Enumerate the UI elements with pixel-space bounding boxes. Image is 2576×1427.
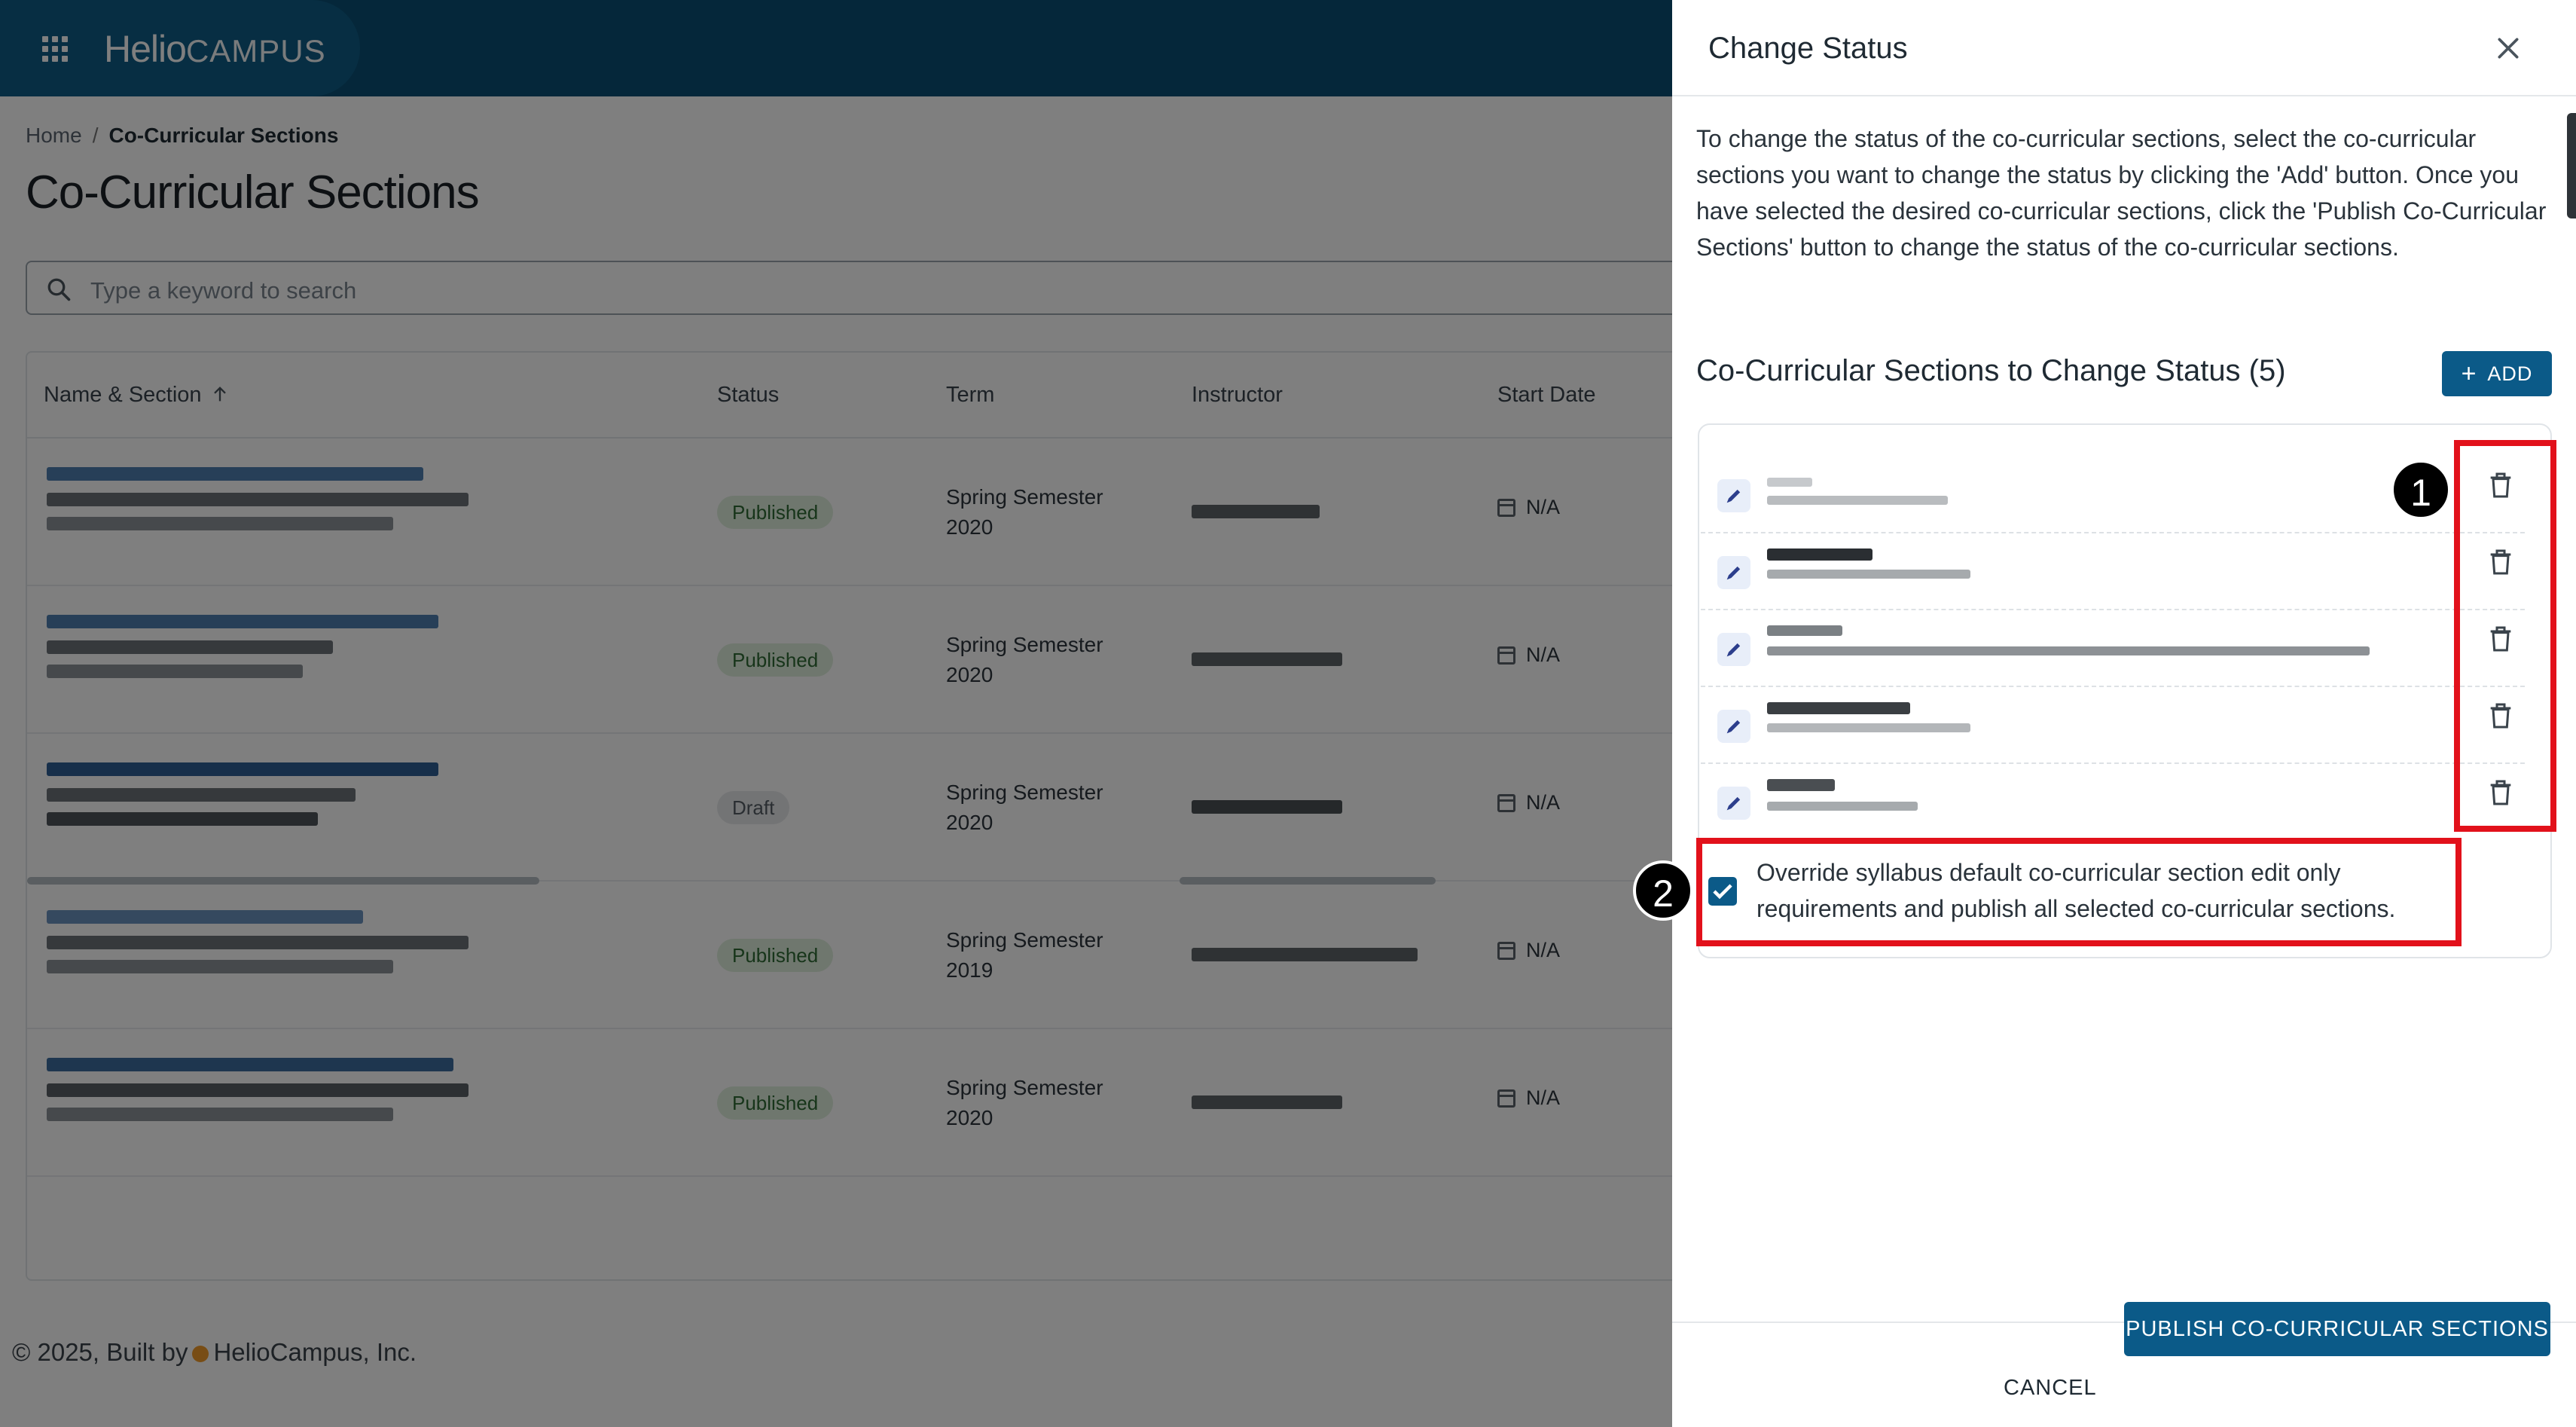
- add-button-label: ADD: [2487, 362, 2533, 385]
- redacted-text: [1767, 570, 1970, 579]
- redacted-text: [1767, 496, 1948, 505]
- edit-icon[interactable]: [1717, 479, 1750, 512]
- edit-icon[interactable]: [1717, 710, 1750, 743]
- edit-icon[interactable]: [1717, 787, 1750, 820]
- list-item: [1701, 610, 2525, 687]
- edit-icon[interactable]: [1717, 633, 1750, 666]
- plus-icon: +: [2461, 359, 2477, 388]
- publish-button-label: PUBLISH CO-CURRICULAR SECTIONS: [2126, 1317, 2549, 1341]
- annotation-box-delete-icons: [2454, 440, 2556, 832]
- drawer-scroll-handle[interactable]: [2567, 113, 2576, 218]
- redacted-text: [1767, 723, 1970, 732]
- edit-icon[interactable]: [1717, 556, 1750, 589]
- redacted-text: [1767, 646, 2370, 655]
- publish-button[interactable]: PUBLISH CO-CURRICULAR SECTIONS: [2124, 1302, 2550, 1356]
- section-name-redacted: [1767, 702, 1910, 714]
- redacted-text: [1767, 802, 1918, 811]
- annotation-box-override: [1696, 838, 2462, 946]
- selected-sections-title: Co-Curricular Sections to Change Status …: [1696, 354, 2286, 387]
- section-name-redacted: [1767, 625, 1842, 636]
- list-item: [1701, 687, 2525, 764]
- modal-backdrop[interactable]: [0, 0, 1672, 1427]
- change-status-drawer: Change Status To change the status of th…: [1672, 0, 2576, 1427]
- drawer-header: Change Status: [1672, 0, 2576, 96]
- drawer-title: Change Status: [1708, 32, 1908, 65]
- list-item: [1701, 764, 2525, 841]
- close-icon[interactable]: [2493, 33, 2523, 63]
- section-name-redacted: [1767, 548, 1872, 561]
- annotation-marker-2: 2: [1633, 860, 1693, 921]
- annotation-marker-1: 1: [2391, 460, 2451, 520]
- list-item: [1701, 533, 2525, 610]
- drawer-description: To change the status of the co-curricula…: [1696, 125, 2547, 261]
- add-button[interactable]: + ADD: [2442, 351, 2552, 396]
- cancel-button[interactable]: CANCEL: [2004, 1376, 2097, 1401]
- section-name-redacted: [1767, 478, 1812, 487]
- section-name-redacted: [1767, 779, 1835, 791]
